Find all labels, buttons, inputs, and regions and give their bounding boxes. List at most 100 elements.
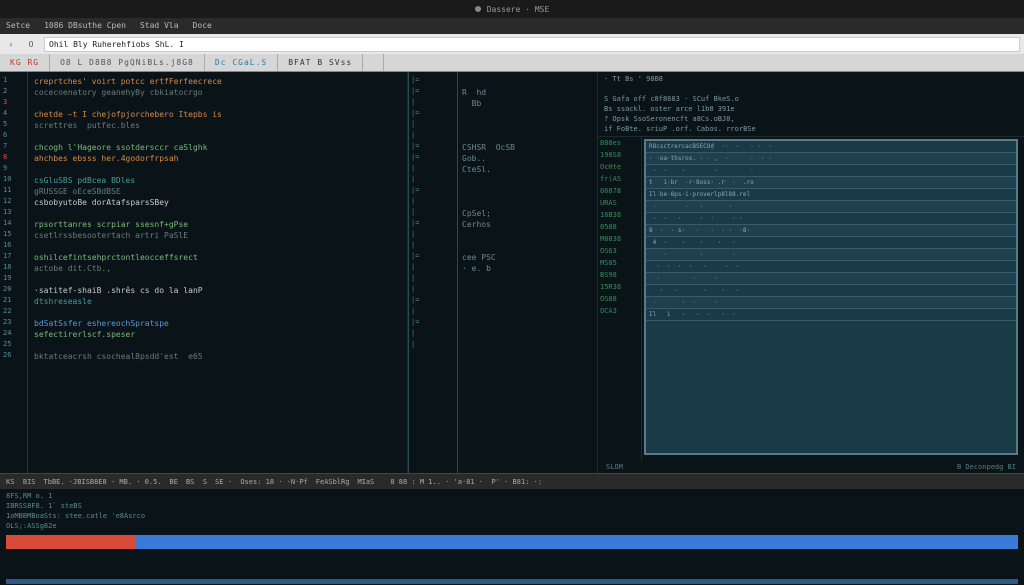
status-segment: TbBE. ·JBISB8E8 · MB. · 0.5. bbox=[44, 478, 162, 486]
tab[interactable]: KG RG bbox=[0, 54, 50, 71]
menu-item[interactable]: Doce bbox=[193, 18, 212, 34]
line-number: 20 bbox=[0, 285, 27, 296]
hex-row[interactable]: Il·be·8ps·i·proverlp8l88.rel bbox=[646, 189, 1016, 201]
status-segment: BE bbox=[170, 478, 178, 486]
code-line bbox=[462, 329, 593, 340]
output-line: IBRSS8F8. 1` steBS bbox=[6, 501, 1018, 511]
code-line: oshilcefintsehprctontleocceffsrect bbox=[34, 252, 401, 263]
code-line bbox=[462, 351, 593, 362]
fold-marker[interactable]: |= bbox=[409, 142, 457, 153]
address-label: 15R38 bbox=[598, 283, 641, 295]
status-segment: KS BIS bbox=[6, 478, 36, 486]
fold-marker[interactable]: |= bbox=[409, 186, 457, 197]
fold-marker[interactable]: | bbox=[409, 329, 457, 340]
address-label: M8838 bbox=[598, 235, 641, 247]
forward-button[interactable]: O bbox=[24, 40, 38, 49]
fold-marker[interactable]: |= bbox=[409, 76, 457, 87]
fold-marker[interactable]: |= bbox=[409, 252, 457, 263]
fold-marker[interactable]: | bbox=[409, 274, 457, 285]
code-line: dtshreseasle bbox=[34, 296, 401, 307]
tab[interactable]: Dc CGaL.S bbox=[205, 54, 278, 71]
hex-row[interactable]: · · · · bbox=[646, 297, 1016, 309]
hex-row[interactable]: · · · · · bbox=[646, 285, 1016, 297]
fold-marker[interactable]: |= bbox=[409, 153, 457, 164]
code-line bbox=[462, 274, 593, 285]
code-line: bktatceacrsh csocheal8psdd'est e65 bbox=[34, 351, 401, 362]
fold-marker[interactable]: | bbox=[409, 120, 457, 131]
hex-row[interactable]: · · · bbox=[646, 273, 1016, 285]
menu-item[interactable]: Stad Vla bbox=[140, 18, 179, 34]
tab[interactable]: BFAT B SVss bbox=[278, 54, 363, 71]
hex-row[interactable]: 8 · · s· · · · · ·8· bbox=[646, 225, 1016, 237]
hex-row[interactable]: Il i · · · · · bbox=[646, 309, 1016, 321]
fold-marker[interactable]: | bbox=[409, 263, 457, 274]
timeline-bar[interactable] bbox=[6, 535, 1018, 549]
code-line: ·satitef-shaiB .shrês cs do la lanP bbox=[34, 285, 401, 296]
fold-marker[interactable]: | bbox=[409, 340, 457, 351]
hex-row[interactable]: · · · · · bbox=[646, 165, 1016, 177]
tab[interactable]: O8 L D8B8 PgQNiBLs.j8G8 bbox=[50, 54, 205, 71]
hex-row[interactable]: · · · · bbox=[646, 201, 1016, 213]
code-editor-middle[interactable]: R hd BbCSHSR OcSBGob..CteSl.CpSel;Cerhos… bbox=[458, 72, 598, 473]
fold-marker[interactable]: |= bbox=[409, 219, 457, 230]
code-line bbox=[462, 230, 593, 241]
code-line bbox=[462, 175, 593, 186]
url-bar: ‹ O Ohil Bly Ruherehfiobs ShL. I bbox=[0, 34, 1024, 54]
fold-marker[interactable]: | bbox=[409, 307, 457, 318]
editor-workspace: 1234567891011121314151617181920212223242… bbox=[0, 72, 1024, 473]
back-button[interactable]: ‹ bbox=[4, 40, 18, 49]
fold-marker[interactable]: |= bbox=[409, 318, 457, 329]
hex-row[interactable]: · ·oa·thsros. · · , · · · · bbox=[646, 153, 1016, 165]
fold-marker[interactable]: | bbox=[409, 241, 457, 252]
code-line bbox=[462, 109, 593, 120]
code-editor-left[interactable]: creprtches' voirt potcc ertfFerfeecrecec… bbox=[28, 72, 408, 473]
menu-item[interactable]: 1086 DBsuthe Cpen bbox=[44, 18, 126, 34]
menu-item[interactable]: Setce bbox=[6, 18, 30, 34]
code-line: Bb bbox=[462, 98, 593, 109]
line-number: 17 bbox=[0, 252, 27, 263]
fold-marker[interactable]: | bbox=[409, 164, 457, 175]
inspector-header-line: ? Opsk SsoSeronencft a8Cs.oBJ8, bbox=[604, 114, 1018, 124]
address-label: MS85 bbox=[598, 259, 641, 271]
fold-marker[interactable]: | bbox=[409, 197, 457, 208]
line-number: 8 bbox=[0, 153, 27, 164]
hex-row[interactable]: t i·br ·r·8oss· .r · .ro bbox=[646, 177, 1016, 189]
line-number: 4 bbox=[0, 109, 27, 120]
address-label: URAS bbox=[598, 199, 641, 211]
code-line bbox=[34, 307, 401, 318]
fold-marker[interactable]: |= bbox=[409, 109, 457, 120]
code-line: screttres putfec.bles bbox=[34, 120, 401, 131]
tab[interactable] bbox=[363, 54, 384, 71]
timeline-overview[interactable] bbox=[6, 579, 1018, 584]
fold-marker[interactable]: |= bbox=[409, 296, 457, 307]
output-lines: 8FS,RM o. 1IBRSS8F8. 1` steBS1oMBBMBoaSt… bbox=[6, 491, 1018, 531]
url-field[interactable]: Ohil Bly Ruherehfiobs ShL. I bbox=[44, 37, 1020, 52]
hex-row[interactable]: · · · · · · · bbox=[646, 261, 1016, 273]
code-line bbox=[462, 197, 593, 208]
inspector-header-line: if FoBte. sriuP .orf. Cabos. rrorBSe bbox=[604, 124, 1018, 134]
fold-marker[interactable]: | bbox=[409, 98, 457, 109]
window-titlebar: Dassere · MSE bbox=[0, 0, 1024, 18]
memory-hex-view[interactable]: R8csctrercacBSECOḍ ·· · · · ·· ·oa·thsro… bbox=[644, 139, 1018, 455]
fold-marker[interactable]: | bbox=[409, 175, 457, 186]
line-number: 19 bbox=[0, 274, 27, 285]
fold-marker[interactable]: |= bbox=[409, 87, 457, 98]
fold-marker[interactable]: | bbox=[409, 131, 457, 142]
fold-marker[interactable]: | bbox=[409, 208, 457, 219]
line-number: 21 bbox=[0, 296, 27, 307]
hex-row[interactable]: R8csctrercacBSECOḍ ·· · · · · bbox=[646, 141, 1016, 153]
hex-row[interactable]: · · · bbox=[646, 249, 1016, 261]
fold-marker[interactable]: | bbox=[409, 285, 457, 296]
code-line bbox=[462, 296, 593, 307]
code-line bbox=[462, 340, 593, 351]
fold-marker[interactable]: | bbox=[409, 230, 457, 241]
address-label: 06878 bbox=[598, 187, 641, 199]
code-line bbox=[34, 241, 401, 252]
hex-row[interactable]: 4 · · · · · bbox=[646, 237, 1016, 249]
hex-row[interactable]: · · · · · · · bbox=[646, 213, 1016, 225]
output-line: 8FS,RM o. 1 bbox=[6, 491, 1018, 501]
code-line: chetde ̵t I chejofpjorchebero Itepbs is bbox=[34, 109, 401, 120]
status-segment: BS S bbox=[186, 478, 207, 486]
fold-marker[interactable] bbox=[409, 351, 457, 362]
inspector-panel: · Tt Bs ' 98B8S Gafa off c8f8683 · SCuf … bbox=[598, 72, 1024, 473]
